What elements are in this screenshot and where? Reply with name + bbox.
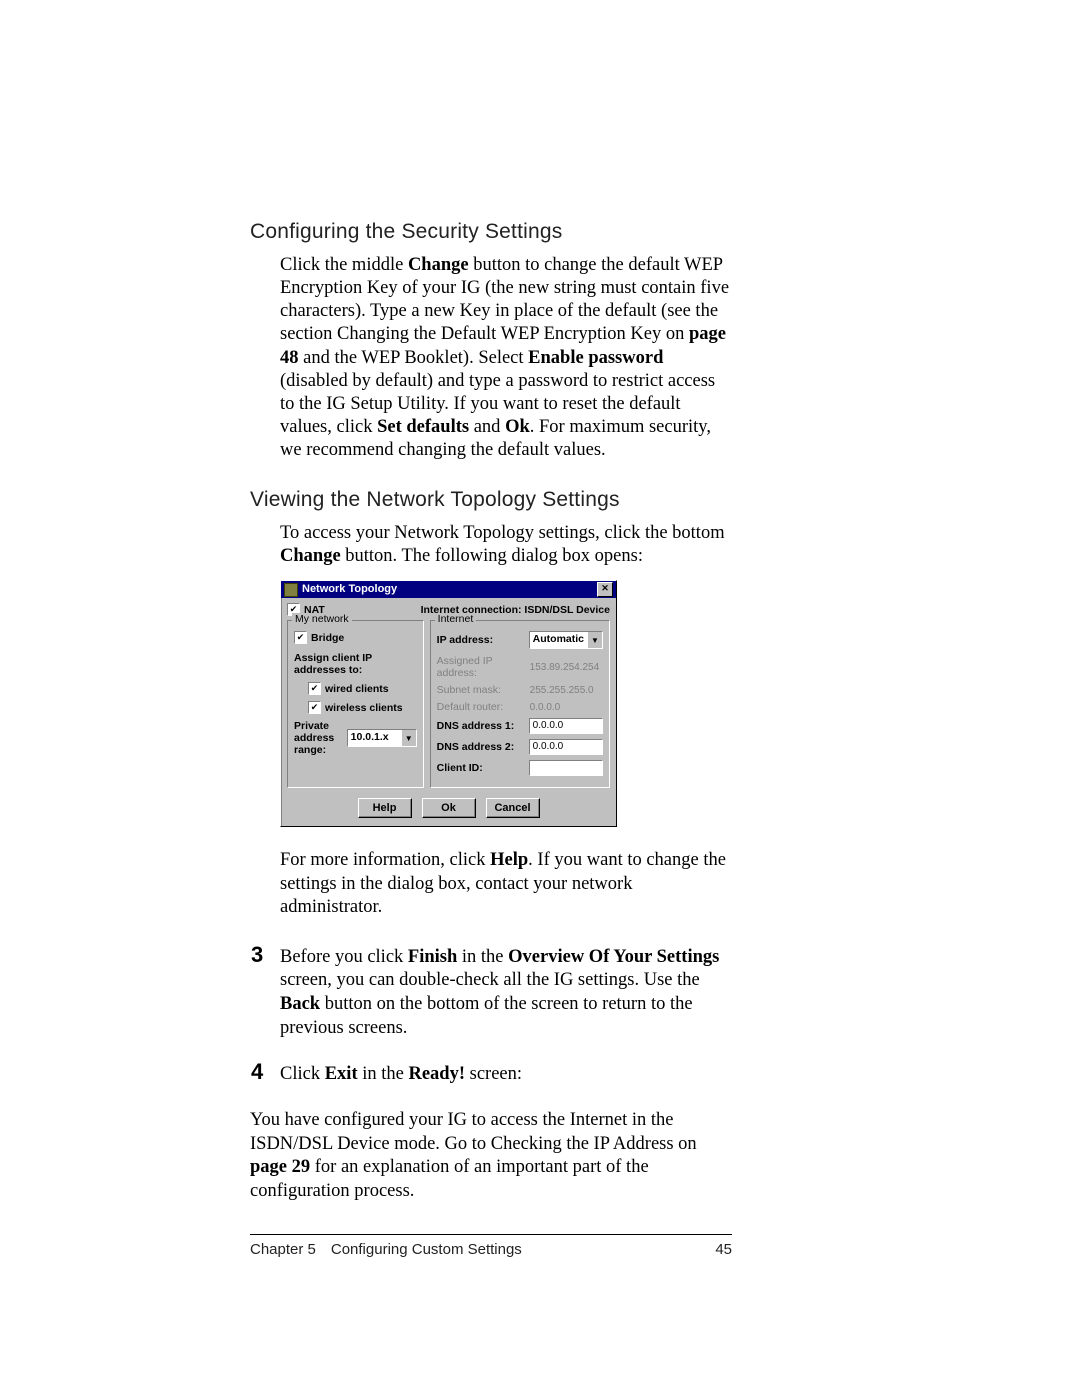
- dialog-title-text: Network Topology: [302, 581, 397, 598]
- default-router-value: 0.0.0.0: [529, 702, 603, 713]
- text-bold-page29: page 29: [250, 1157, 310, 1177]
- checkbox-icon: ✔: [308, 701, 321, 714]
- select-value: Automatic: [530, 632, 587, 648]
- footer-page-number: 45: [715, 1241, 732, 1258]
- wireless-clients-label: wireless clients: [325, 702, 403, 714]
- network-topology-dialog: Network Topology ✕ ✔ NAT Internet connec…: [280, 580, 617, 827]
- subnet-mask-value: 255.255.255.0: [529, 685, 603, 696]
- text-bold-set-defaults: Set defaults: [377, 417, 469, 437]
- help-button[interactable]: Help: [358, 798, 412, 818]
- text-bold-overview: Overview Of Your Settings: [508, 947, 719, 967]
- ok-button[interactable]: Ok: [422, 798, 476, 818]
- client-id-label: Client ID:: [437, 762, 529, 774]
- text: in the: [457, 947, 508, 967]
- my-network-group-title: My network: [292, 613, 352, 625]
- dialog-titlebar: Network Topology ✕: [281, 581, 616, 598]
- text-bold-ok: Ok: [505, 417, 530, 437]
- closing-paragraph: You have configured your IG to access th…: [250, 1109, 732, 1204]
- dns1-input[interactable]: 0.0.0.0: [529, 718, 603, 734]
- assigned-ip-value: 153.89.254.254: [529, 662, 603, 673]
- after-dialog-paragraph: For more information, click Help. If you…: [280, 849, 732, 918]
- wireless-clients-checkbox[interactable]: ✔ wireless clients: [308, 701, 417, 714]
- app-icon: [284, 583, 298, 597]
- text: To access your Network Topology settings…: [280, 523, 725, 543]
- assign-clients-label: Assign client IP addresses to:: [294, 652, 417, 676]
- ip-address-label: IP address:: [437, 634, 529, 646]
- text: and the WEP Booklet). Select: [299, 348, 529, 368]
- chevron-down-icon: ▼: [587, 632, 602, 648]
- page-footer: Chapter 5 Configuring Custom Settings 45: [250, 1241, 732, 1258]
- text: and: [469, 417, 505, 437]
- client-id-input[interactable]: [529, 760, 603, 776]
- text-bold-exit: Exit: [325, 1064, 358, 1084]
- internet-group-title: Internet: [435, 613, 477, 625]
- checkbox-icon: ✔: [294, 631, 307, 644]
- text: button on the bottom of the screen to re…: [280, 994, 693, 1038]
- text-bold-help: Help: [490, 850, 528, 870]
- text: for an explanation of an important part …: [250, 1157, 649, 1201]
- step-number: 4: [251, 1058, 263, 1086]
- heading-security-settings: Configuring the Security Settings: [250, 220, 732, 244]
- bridge-label: Bridge: [311, 632, 344, 644]
- text: button. The following dialog box opens:: [341, 546, 643, 566]
- text: Click the middle: [280, 255, 408, 275]
- text-bold-back: Back: [280, 994, 320, 1014]
- checkbox-icon: ✔: [308, 682, 321, 695]
- step-number: 3: [251, 941, 263, 969]
- private-address-range-label: Private address range:: [294, 720, 339, 756]
- text: in the: [358, 1064, 409, 1084]
- dns2-input[interactable]: 0.0.0.0: [529, 739, 603, 755]
- text: Before you click: [280, 947, 408, 967]
- wired-clients-label: wired clients: [325, 683, 389, 695]
- text: screen:: [465, 1064, 522, 1084]
- text-bold-ready: Ready!: [408, 1064, 465, 1084]
- text-bold-change: Change: [280, 546, 341, 566]
- security-settings-paragraph: Click the middle Change button to change…: [280, 254, 732, 462]
- close-button[interactable]: ✕: [597, 582, 613, 597]
- footer-rule: [250, 1234, 732, 1235]
- default-router-label: Default router:: [437, 701, 529, 713]
- private-address-range-select[interactable]: 10.0.1.x ▼: [347, 729, 417, 747]
- text: For more information, click: [280, 850, 490, 870]
- internet-group: Internet IP address: Automatic ▼ Assigne…: [430, 620, 610, 788]
- dns1-label: DNS address 1:: [437, 720, 529, 732]
- text-bold-finish: Finish: [408, 947, 457, 967]
- step-4: 4 Click Exit in the Ready! screen:: [280, 1062, 732, 1087]
- step-3: 3 Before you click Finish in the Overvie…: [280, 945, 732, 1041]
- wired-clients-checkbox[interactable]: ✔ wired clients: [308, 682, 417, 695]
- my-network-group: My network ✔ Bridge Assign client IP add…: [287, 620, 424, 788]
- dns2-label: DNS address 2:: [437, 741, 529, 753]
- heading-network-topology: Viewing the Network Topology Settings: [250, 488, 732, 512]
- network-topology-intro: To access your Network Topology settings…: [280, 522, 732, 568]
- assigned-ip-label: Assigned IP address:: [437, 655, 529, 679]
- text: You have configured your IG to access th…: [250, 1110, 697, 1154]
- select-value: 10.0.1.x: [348, 730, 401, 746]
- ip-address-select[interactable]: Automatic ▼: [529, 631, 603, 649]
- cancel-button[interactable]: Cancel: [486, 798, 540, 818]
- footer-chapter: Chapter 5 Configuring Custom Settings: [250, 1241, 522, 1258]
- text-bold-enable-password: Enable password: [528, 348, 663, 368]
- chevron-down-icon: ▼: [401, 730, 416, 746]
- text: Click: [280, 1064, 325, 1084]
- text-bold-change: Change: [408, 255, 469, 275]
- bridge-checkbox[interactable]: ✔ Bridge: [294, 631, 417, 644]
- subnet-mask-label: Subnet mask:: [437, 684, 529, 696]
- text: screen, you can double-check all the IG …: [280, 970, 700, 990]
